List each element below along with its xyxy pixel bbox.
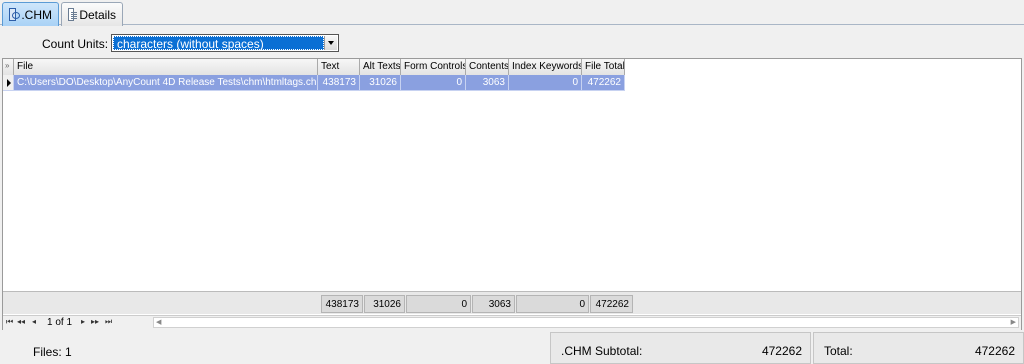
cell-alt-texts[interactable]: 31026 xyxy=(360,75,401,91)
column-header-index-keywords[interactable]: Index Keywords xyxy=(509,59,582,75)
tab-label: Details xyxy=(79,7,116,22)
summary-bar: 438173 31026 0 3063 0 472262 xyxy=(3,291,1021,314)
subtotal-value: 472262 xyxy=(761,344,802,358)
column-chooser-icon[interactable] xyxy=(3,59,14,75)
tab-label: .CHM xyxy=(21,7,52,22)
scroll-right-icon[interactable]: ▶ xyxy=(1011,318,1016,327)
tab-bar: .CHM Details xyxy=(0,0,1024,26)
first-page-icon[interactable]: ⏮ xyxy=(6,317,13,327)
summary-text: 438173 xyxy=(321,295,363,313)
page-indicator: 1 of 1 xyxy=(47,317,73,328)
summary-index-keywords: 0 xyxy=(516,295,589,313)
chm-file-icon xyxy=(9,8,21,21)
column-header-alt-texts[interactable]: Alt Texts xyxy=(360,59,401,75)
summary-file-total: 472262 xyxy=(590,295,633,313)
subtotal-label: .CHM Subtotal: xyxy=(561,344,643,358)
cell-index-keywords[interactable]: 0 xyxy=(509,75,582,91)
files-label: Files: xyxy=(33,345,62,359)
status-bar: Files: 1 .CHM Subtotal: 472262 Total: 47… xyxy=(0,332,1024,364)
count-units-dropdown[interactable]: characters (without spaces) xyxy=(111,34,339,52)
file-count-grid: File Text Alt Texts Form Controls Conten… xyxy=(2,58,1022,330)
files-count-status: Files: 1 xyxy=(33,345,72,359)
row-indicator-icon xyxy=(3,75,14,91)
tab-details[interactable]: Details xyxy=(61,2,123,26)
horizontal-scrollbar[interactable]: ◀ ▶ xyxy=(153,317,1019,328)
previous-page-group-icon[interactable]: ◂◂ xyxy=(17,317,25,326)
column-header-text[interactable]: Text xyxy=(318,59,360,75)
cell-file-total[interactable]: 472262 xyxy=(582,75,625,91)
column-header-contents[interactable]: Contents xyxy=(466,59,509,75)
summary-spacer xyxy=(16,295,320,313)
tab-chm[interactable]: .CHM xyxy=(2,2,59,26)
dropdown-arrow-icon[interactable] xyxy=(324,36,337,50)
total-panel: Total: 472262 xyxy=(813,332,1024,364)
cell-contents[interactable]: 3063 xyxy=(466,75,509,91)
summary-spacer xyxy=(3,295,15,313)
previous-page-icon[interactable]: ◂ xyxy=(32,317,36,326)
cell-text[interactable]: 438173 xyxy=(318,75,360,91)
summary-form-controls: 0 xyxy=(406,295,471,313)
grid-header-row: File Text Alt Texts Form Controls Conten… xyxy=(3,59,625,76)
table-row[interactable]: C:\Users\DO\Desktop\AnyCount 4D Release … xyxy=(3,75,625,91)
count-units-selected-value: characters (without spaces) xyxy=(113,36,324,51)
column-header-file-total[interactable]: File Total xyxy=(582,59,625,75)
pager: ⏮ ◂◂ ◂ 1 of 1 ▸ ▸▸ ⏭ ◀ ▶ xyxy=(3,315,1021,330)
total-value: 472262 xyxy=(974,344,1015,358)
document-icon xyxy=(68,8,78,21)
next-page-icon[interactable]: ▸ xyxy=(81,317,85,326)
cell-file[interactable]: C:\Users\DO\Desktop\AnyCount 4D Release … xyxy=(14,75,318,91)
cell-form-controls[interactable]: 0 xyxy=(401,75,466,91)
subtotal-panel: .CHM Subtotal: 472262 xyxy=(550,332,811,364)
column-header-form-controls[interactable]: Form Controls xyxy=(401,59,466,75)
files-count: 1 xyxy=(65,345,72,359)
next-page-group-icon[interactable]: ▸▸ xyxy=(91,317,99,326)
scroll-left-icon[interactable]: ◀ xyxy=(156,318,161,327)
last-page-icon[interactable]: ⏭ xyxy=(105,317,112,327)
summary-contents: 3063 xyxy=(472,295,515,313)
count-units-label: Count Units: xyxy=(42,37,109,51)
total-label: Total: xyxy=(824,344,853,358)
summary-alt-texts: 31026 xyxy=(364,295,405,313)
summary-row: 438173 31026 0 3063 0 472262 xyxy=(3,295,634,313)
column-header-file[interactable]: File xyxy=(14,59,318,75)
